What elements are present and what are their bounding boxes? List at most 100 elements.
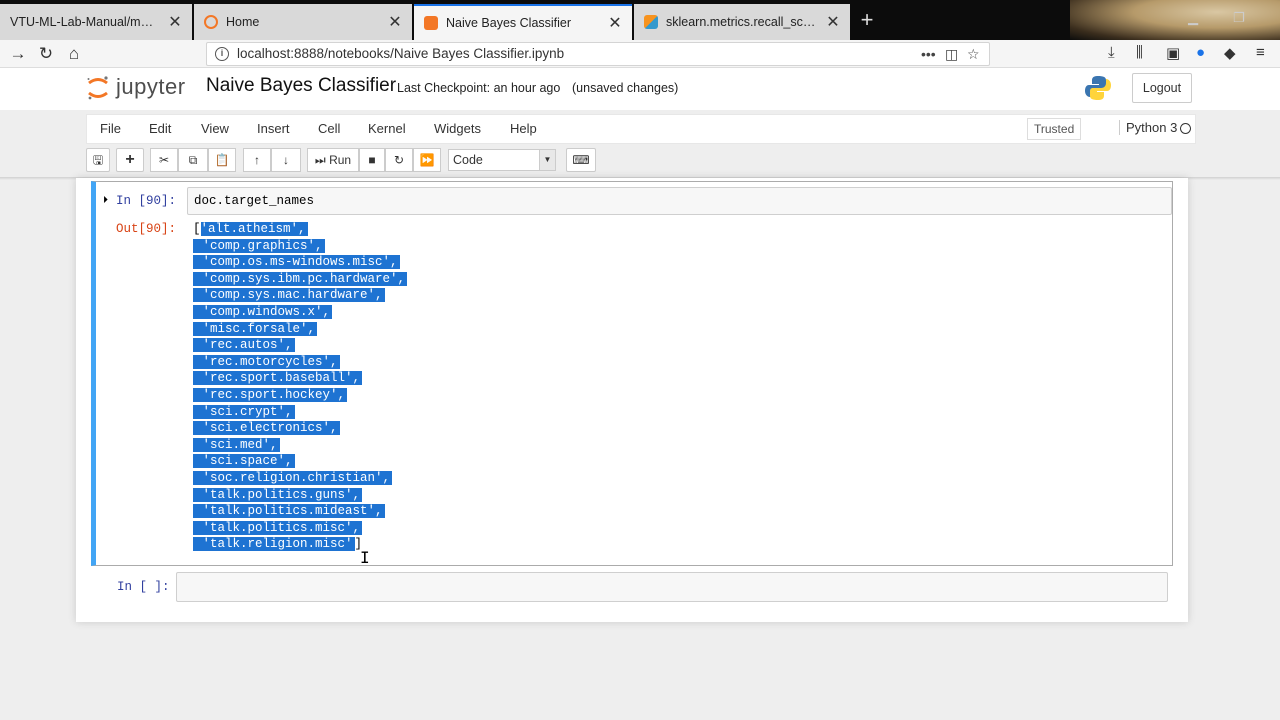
output-line-text: 'comp.windows.x', (202, 305, 333, 319)
trusted-indicator[interactable]: Trusted (1027, 118, 1082, 140)
extension-icon[interactable]: ◆ (1224, 44, 1236, 62)
output-line: 'talk.politics.misc', (193, 520, 363, 536)
close-icon[interactable]: ✕ (168, 12, 182, 32)
output-line-text: 'comp.os.ms-windows.misc', (202, 255, 400, 270)
back-arrow-icon[interactable]: → (6, 42, 30, 66)
code-cell-selected[interactable]: ⏵ In [90]: doc.target_names Out[90]: ['a… (91, 181, 1173, 566)
jupyter-menubar: File Edit View Insert Cell Kernel Widget… (86, 114, 1196, 144)
output-line-text: 'talk.religion.misc' (202, 537, 355, 552)
menu-insert[interactable]: Insert (257, 121, 290, 136)
output-line-text: 'sci.med', (202, 437, 280, 452)
menu-icon[interactable]: ≡ (1256, 44, 1265, 61)
menu-help[interactable]: Help (510, 121, 537, 136)
jupyter-wordmark[interactable]: jupyter (116, 74, 186, 100)
menu-edit[interactable]: Edit (149, 121, 171, 136)
cell-type-value: Code (453, 153, 483, 167)
notebook-title[interactable]: Naive Bayes Classifier (206, 75, 396, 97)
tab-vtu-manual[interactable]: VTU-ML-Lab-Manual/manual. ✕ (0, 4, 192, 40)
open-bracket: [ (193, 222, 201, 236)
indent (193, 238, 203, 253)
move-down-icon[interactable]: ↓ (271, 148, 301, 172)
tab-sklearn-recall[interactable]: sklearn.metrics.recall_score — ✕ (634, 4, 850, 40)
tab-home[interactable]: Home ✕ (194, 4, 412, 40)
run-cell-icon[interactable]: ⏵ (103, 195, 108, 207)
code-input-empty[interactable] (176, 572, 1168, 602)
notebook-icon (424, 16, 438, 30)
output-line-text: 'comp.sys.mac.hardware', (202, 288, 385, 303)
move-up-icon[interactable]: ↑ (243, 148, 271, 172)
output-line: 'rec.sport.hockey', (193, 387, 348, 403)
output-line-text: 'comp.sys.ibm.pc.hardware', (202, 271, 408, 286)
home-icon[interactable]: ⌂ (62, 42, 86, 66)
output-line-text: 'misc.forsale', (202, 321, 318, 336)
copy-icon[interactable]: ⧉ (178, 148, 208, 172)
chevron-down-icon: ▼ (539, 150, 555, 170)
cut-icon[interactable]: ✂ (150, 148, 178, 172)
output-line: 'comp.graphics', (193, 238, 325, 254)
indent (193, 338, 203, 353)
menu-view[interactable]: View (201, 121, 229, 136)
indent (193, 371, 203, 386)
tab-label: sklearn.metrics.recall_score — (666, 15, 818, 29)
restore-icon[interactable]: ❐ (1233, 10, 1245, 26)
indent (193, 388, 203, 402)
output-line-text: 'sci.space', (202, 454, 295, 469)
download-icon[interactable]: ⤓ (1108, 44, 1115, 61)
tab-label: VTU-ML-Lab-Manual/manual. (10, 15, 160, 29)
code-cell-empty[interactable]: In [ ]: (91, 570, 1173, 604)
menu-widgets[interactable]: Widgets (434, 121, 481, 136)
interrupt-icon[interactable]: ■ (359, 148, 385, 172)
minimize-icon[interactable]: ▁ (1188, 10, 1198, 26)
bookmark-star-icon[interactable]: ☆ (967, 43, 980, 65)
info-icon[interactable]: i (215, 47, 229, 61)
output-line-text: 'soc.religion.christian', (202, 471, 393, 485)
indent (193, 487, 203, 502)
indent (193, 454, 203, 469)
output-line: 'sci.med', (193, 437, 280, 453)
url-bar[interactable]: i localhost:8888/notebooks/Naive Bayes C… (206, 42, 990, 66)
cell-type-select[interactable]: Code ▼ (448, 149, 556, 171)
jupyter-logo-icon[interactable] (86, 74, 110, 102)
output-line: 'talk.politics.mideast', (193, 503, 385, 519)
reload-icon[interactable]: ↻ (34, 42, 58, 66)
close-icon[interactable]: ✕ (826, 12, 840, 32)
library-icon[interactable]: ⫼ (1136, 44, 1143, 61)
new-tab-icon[interactable]: + (856, 8, 878, 32)
close-icon[interactable]: ✕ (608, 13, 622, 33)
notebook-container: ⏵ In [90]: doc.target_names Out[90]: ['a… (76, 178, 1188, 622)
menu-cell[interactable]: Cell (318, 121, 340, 136)
run-label: Run (329, 153, 352, 167)
output-line: 'comp.windows.x', (193, 304, 333, 320)
indent (193, 471, 203, 485)
restart-icon[interactable]: ↻ (385, 148, 413, 172)
paste-icon[interactable]: 📋 (208, 148, 236, 172)
insert-cell-icon[interactable]: + (116, 148, 144, 172)
jupyter-icon (204, 15, 218, 29)
sidebar-icon[interactable]: ▣ (1166, 44, 1180, 62)
logout-button[interactable]: Logout (1132, 73, 1192, 103)
menu-file[interactable]: File (100, 121, 121, 136)
menu-kernel[interactable]: Kernel (368, 121, 406, 136)
indent (193, 520, 203, 535)
save-icon[interactable]: 🖫 (86, 148, 110, 172)
code-input[interactable]: doc.target_names (187, 187, 1172, 215)
indent (193, 421, 203, 436)
output-line-text: 'rec.autos', (202, 338, 295, 353)
indent (193, 255, 203, 270)
tab-label: Naive Bayes Classifier (446, 16, 572, 30)
output-line: 'talk.religion.misc'] (193, 536, 363, 552)
output-line: 'sci.space', (193, 453, 295, 469)
kernel-idle-icon (1180, 123, 1191, 134)
sync-account-icon[interactable]: ● (1196, 44, 1205, 61)
run-button[interactable]: ⏭ Run (307, 148, 359, 172)
run-icon: ⏭ (314, 153, 326, 167)
restart-run-all-icon[interactable]: ⏩ (413, 148, 441, 172)
tab-naive-bayes[interactable]: Naive Bayes Classifier ✕ (414, 4, 632, 40)
close-icon[interactable]: ✕ (388, 12, 402, 32)
pocket-icon[interactable]: ◫ (945, 43, 958, 65)
output-line: 'rec.autos', (193, 337, 295, 353)
page-actions-icon[interactable]: ••• (921, 43, 936, 65)
url-text: localhost:8888/notebooks/Naive Bayes Cla… (237, 46, 565, 61)
input-prompt: In [90]: (116, 194, 177, 208)
keyboard-icon[interactable]: ⌨ (566, 148, 596, 172)
